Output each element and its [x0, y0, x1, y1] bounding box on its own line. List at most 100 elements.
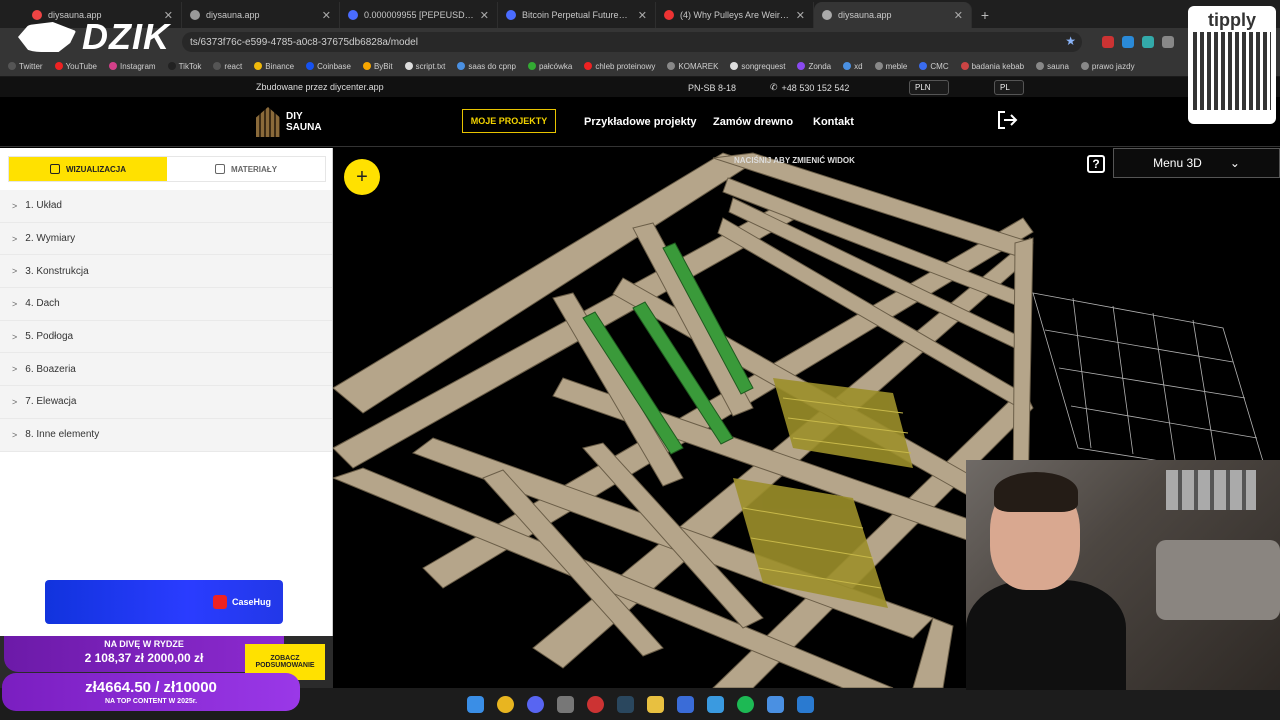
star-icon[interactable]: ★ — [1065, 34, 1076, 48]
bookmark[interactable]: Coinbase — [306, 62, 351, 71]
new-tab-icon[interactable]: + — [972, 2, 998, 28]
menu-item-roof[interactable]: >4. Dach — [0, 288, 332, 321]
bookmark[interactable]: CMC — [919, 62, 949, 71]
casehug-ad-banner[interactable]: CaseHug — [45, 580, 283, 624]
nav-link-examples[interactable]: Przykładowe projekty — [584, 116, 697, 128]
diy-sauna-logo[interactable]: DIY SAUNA — [256, 107, 322, 137]
divina-title: NA DIVĘ W RYDZE — [104, 639, 184, 649]
tab-visualization[interactable]: WIZUALIZACJA — [9, 157, 167, 181]
address-bar: ts/6373f76c-e599-4785-a0c8-37675db6828a/… — [0, 28, 1280, 56]
browser-tabbar: diysauna.app ✕ diysauna.app ✕ 0.000009955 … — [0, 0, 1280, 28]
close-icon[interactable]: ✕ — [480, 9, 489, 22]
steam-icon[interactable] — [616, 695, 634, 713]
chrome-icon[interactable] — [496, 695, 514, 713]
spotify-icon[interactable] — [736, 695, 754, 713]
language-select[interactable]: PL — [994, 80, 1024, 95]
chevron-right-icon: > — [12, 298, 18, 309]
nav-link-order[interactable]: Zamów drewno — [713, 116, 793, 128]
bookmark[interactable]: Twitter — [8, 62, 43, 71]
menu-item-facade[interactable]: >7. Elewacja — [0, 386, 332, 419]
close-icon[interactable]: ✕ — [954, 9, 963, 22]
bookmark[interactable]: badania kebab — [960, 62, 1024, 71]
extension-icon[interactable] — [1162, 36, 1174, 48]
extension-icon[interactable] — [1142, 36, 1154, 48]
close-icon[interactable]: ✕ — [322, 9, 331, 22]
nav-link-contact[interactable]: Kontakt — [813, 116, 854, 128]
chevron-right-icon: > — [12, 233, 18, 244]
discord-icon[interactable] — [526, 695, 544, 713]
add-element-button[interactable]: + — [344, 159, 380, 195]
bookmark[interactable]: sauna — [1036, 62, 1069, 71]
currency-select[interactable]: PLN — [909, 80, 949, 95]
bookmark[interactable]: YouTube — [54, 62, 97, 71]
bookmark[interactable]: react — [213, 62, 242, 71]
bookmark[interactable]: TikTok — [167, 62, 201, 71]
close-icon[interactable]: ✕ — [638, 9, 647, 22]
bookmark[interactable]: script.txt — [404, 62, 445, 71]
bookmark-icon — [919, 62, 928, 70]
tipply-brand: tipply — [1208, 10, 1256, 30]
browser-tab[interactable]: diysauna.app ✕ — [182, 2, 340, 28]
bookmark[interactable]: xd — [843, 62, 863, 71]
my-projects-button[interactable]: MOJE PROJEKTY — [462, 109, 556, 133]
url-text: ts/6373f76c-e599-4785-a0c8-37675db6828a/… — [190, 36, 418, 48]
bookmark-icon — [843, 62, 852, 70]
tab-favicon-icon — [664, 10, 674, 20]
close-icon[interactable]: ✕ — [796, 9, 805, 22]
windows-start-icon[interactable] — [466, 695, 484, 713]
phone[interactable]: ✆ +48 530 152 542 — [770, 82, 849, 93]
browser-tab-active[interactable]: diysauna.app ✕ — [814, 2, 972, 28]
bookmark[interactable]: prawo jazdy — [1080, 62, 1135, 71]
browser-tab[interactable]: 0.000009955 [PEPEUSDT] Futur ✕ — [340, 2, 498, 28]
app-icon[interactable] — [706, 695, 724, 713]
notepad-icon[interactable] — [766, 695, 784, 713]
folder-icon[interactable] — [646, 695, 664, 713]
bookmark-icon — [306, 62, 315, 70]
help-icon[interactable]: ? — [1087, 155, 1105, 173]
chevron-right-icon: > — [12, 200, 18, 211]
menu-item-dimensions[interactable]: >2. Wymiary — [0, 222, 332, 256]
bookmark[interactable]: chleb proteinowy — [584, 62, 655, 71]
bookmark-icon — [8, 62, 16, 70]
bookmark-icon — [527, 62, 536, 70]
tab-title: (4) Why Pulleys Are Weirder Th — [680, 10, 790, 20]
menu-item-other[interactable]: >8. Inne elementy — [0, 418, 332, 452]
menu-item-construction[interactable]: >3. Konstrukcja — [0, 255, 332, 289]
app-icon[interactable] — [556, 695, 574, 713]
config-menu: >1. Układ >2. Wymiary >3. Konstrukcja >4… — [0, 190, 332, 452]
cube-3d-icon — [50, 164, 60, 174]
extension-icon[interactable] — [1122, 36, 1134, 48]
url-input[interactable]: ts/6373f76c-e599-4785-a0c8-37675db6828a/… — [182, 32, 1082, 52]
bookmark[interactable]: Instagram — [109, 62, 156, 71]
app-icon[interactable] — [796, 695, 814, 713]
bookmark[interactable]: KOMAREK — [667, 62, 718, 71]
dzik-logo: DZIK — [18, 16, 170, 58]
browser-tab[interactable]: (4) Why Pulleys Are Weirder Th ✕ — [656, 2, 814, 28]
bookmark[interactable]: pałcówka — [527, 62, 572, 71]
chevron-down-icon: ⌄ — [1229, 156, 1240, 170]
bookmark[interactable]: songrequest — [730, 62, 785, 71]
tab-materials[interactable]: MATERIAŁY — [167, 157, 325, 181]
qr-code-icon — [1193, 32, 1271, 110]
boar-icon — [18, 22, 76, 52]
menu-item-layout[interactable]: >1. Układ — [0, 190, 332, 223]
logout-icon[interactable] — [996, 110, 1018, 130]
bookmark[interactable]: Binance — [254, 62, 294, 71]
tab-favicon-icon — [190, 10, 200, 20]
bookmark[interactable]: meble — [874, 62, 907, 71]
built-by-text: Zbudowane przez diycenter.app — [256, 82, 384, 92]
tab-title: Bitcoin Perpetual Futures_ Bitco — [522, 10, 632, 20]
bookmark[interactable]: ByBit — [362, 62, 393, 71]
bookmark[interactable]: Zonda — [797, 62, 831, 71]
app-icon[interactable] — [586, 695, 604, 713]
browser-tab[interactable]: Bitcoin Perpetual Futures_ Bitco ✕ — [498, 2, 656, 28]
app-icon[interactable] — [676, 695, 694, 713]
menu-3d-dropdown[interactable]: Menu 3D ⌄ — [1113, 148, 1280, 178]
bookmark-icon — [584, 62, 593, 70]
menu-item-paneling[interactable]: >6. Boazeria — [0, 353, 332, 387]
extension-icon[interactable] — [1102, 36, 1114, 48]
tab-title: diysauna.app — [206, 10, 260, 20]
menu-item-floor[interactable]: >5. Podłoga — [0, 320, 332, 354]
goal-subtitle: NA TOP CONTENT W 2025r. — [104, 698, 198, 705]
bookmark[interactable]: saas do cpnp — [457, 62, 516, 71]
